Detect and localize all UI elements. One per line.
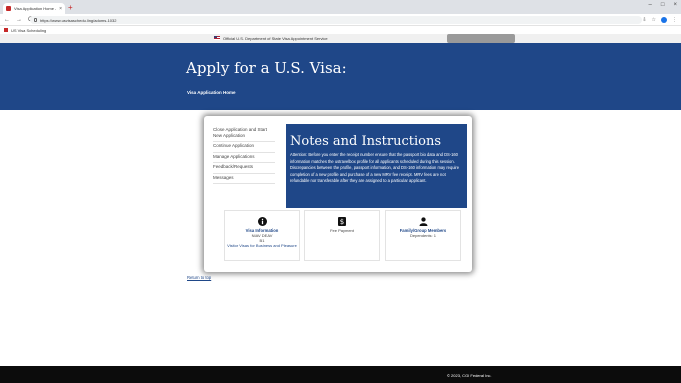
active-tab[interactable]: Visa Application Home - Custo × <box>3 3 65 14</box>
page-footer: © 2023, CGI Federal Inc. <box>0 366 681 383</box>
url-text[interactable]: https://www.usvisaschedu.ling/adoms-1032 <box>40 18 638 23</box>
sidebar-item-messages[interactable]: Messages <box>213 174 275 184</box>
lock-icon <box>34 18 37 22</box>
application-panel: Close Application and Start New Applicat… <box>204 116 472 272</box>
person-icon <box>419 217 428 226</box>
redacted-area <box>447 34 515 43</box>
browser-window: Visa Application Home - Custo × + – □ × … <box>0 0 681 366</box>
browser-toolbar: ← → C https://www.usvisaschedu.ling/adom… <box>0 14 681 26</box>
official-banner-text: Official U.S. Department of State Visa A… <box>223 36 328 41</box>
official-banner: Official U.S. Department of State Visa A… <box>0 34 681 43</box>
breadcrumb[interactable]: Visa Application Home <box>187 90 236 95</box>
window-controls: – □ × <box>649 2 677 8</box>
us-flag-icon <box>214 36 220 40</box>
bookmarks-bar: US Visa Scheduling <box>0 26 681 34</box>
address-bar[interactable]: https://www.usvisaschedu.ling/adoms-1032 <box>30 16 642 24</box>
bookmark-us-visa-scheduling[interactable]: US Visa Scheduling <box>11 28 46 33</box>
copyright-text: © 2023, CGI Federal Inc. <box>447 373 492 378</box>
visa-type-link[interactable]: Visitor Visas for Business and Pleasure <box>225 243 299 248</box>
new-tab-button[interactable]: + <box>68 3 73 12</box>
svg-text:$: $ <box>340 218 344 226</box>
sidebar-item-manage-applications[interactable]: Manage Applications <box>213 153 275 163</box>
tab-bar: Visa Application Home - Custo × + – □ × <box>0 0 681 14</box>
dependents-count: Dependents: 1 <box>409 233 437 238</box>
notes-panel: Notes and Instructions Attention: Before… <box>286 124 467 208</box>
sidebar-item-close-application[interactable]: Close Application and Start New Applicat… <box>213 126 275 142</box>
download-icon[interactable]: ⇩ <box>642 16 646 24</box>
profile-avatar[interactable] <box>661 17 667 23</box>
tab-close-icon[interactable]: × <box>59 6 62 12</box>
toolbar-actions: ⇩ ☆ ⋮ <box>642 16 677 24</box>
return-to-top-link[interactable]: Return to top <box>187 275 211 280</box>
maximize-button[interactable]: □ <box>661 2 665 8</box>
tab-title: Visa Application Home - Custo <box>14 6 56 11</box>
sidebar-item-feedback[interactable]: Feedback/Requests <box>213 163 275 174</box>
bookmark-favicon-icon <box>4 28 8 32</box>
visa-information-card[interactable]: Visa Information NIAV DEAV B1 Visitor Vi… <box>224 210 300 261</box>
close-window-button[interactable]: × <box>673 2 677 8</box>
page-header: Apply for a U.S. Visa: Visa Application … <box>0 43 681 110</box>
page-title: Apply for a U.S. Visa: <box>186 59 347 77</box>
sidebar-menu: Close Application and Start New Applicat… <box>213 126 275 184</box>
fee-payment-card[interactable]: $ Fee Payment <box>304 210 380 261</box>
menu-dots-icon[interactable]: ⋮ <box>672 16 677 24</box>
forward-arrow-icon[interactable]: → <box>16 16 22 24</box>
nav-buttons: ← → C <box>4 16 32 24</box>
back-arrow-icon[interactable]: ← <box>4 16 10 24</box>
minimize-button[interactable]: – <box>649 2 652 8</box>
site-favicon-icon <box>6 6 11 11</box>
info-icon <box>257 217 267 226</box>
notes-heading: Notes and Instructions <box>290 134 442 149</box>
dollar-icon: $ <box>338 217 347 226</box>
family-group-card[interactable]: Family/Group Members Dependents: 1 <box>385 210 461 261</box>
sidebar-item-continue-application[interactable]: Continue Application <box>213 142 275 153</box>
bookmark-star-icon[interactable]: ☆ <box>652 16 656 24</box>
notes-body: Attention: Before you enter the receipt … <box>290 152 460 184</box>
fee-payment-label: Fee Payment <box>330 228 354 233</box>
